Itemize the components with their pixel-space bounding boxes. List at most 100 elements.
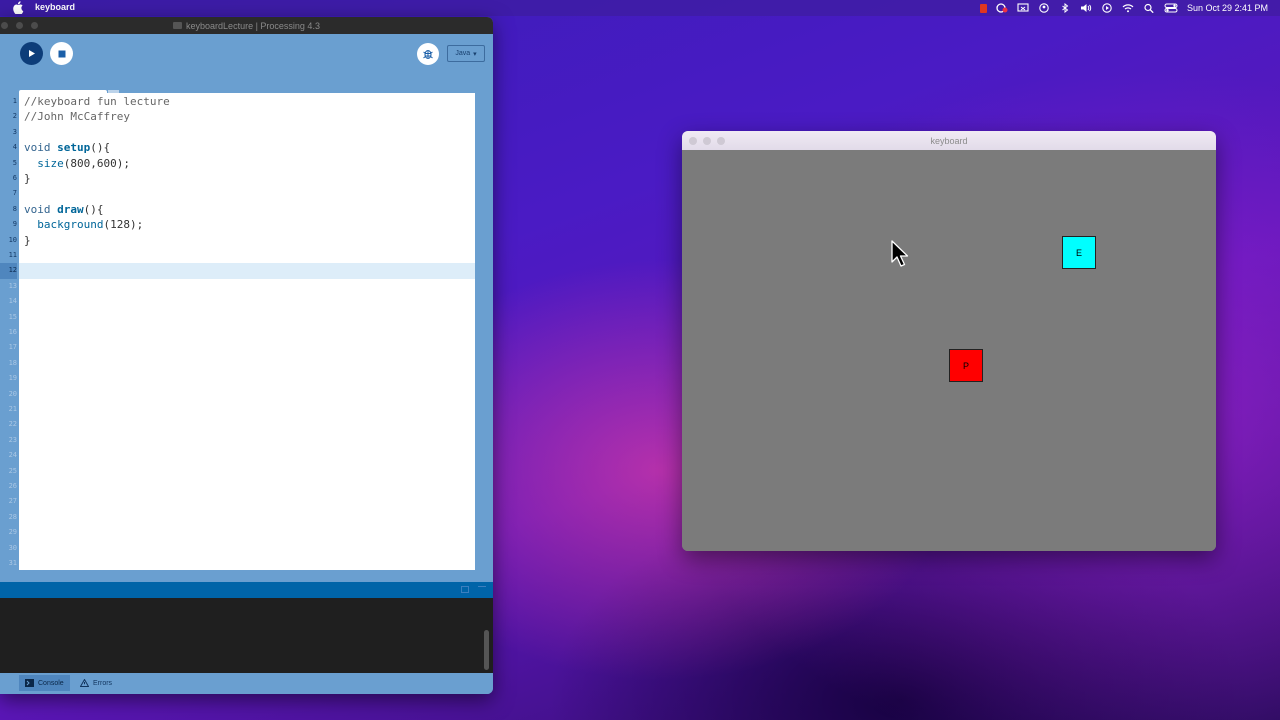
line-number: 9 [12, 220, 17, 229]
line-number: 3 [12, 127, 17, 136]
key-box-p: P [949, 349, 983, 382]
line-number: 19 [8, 374, 17, 383]
sketch-window-controls [689, 137, 725, 145]
line-number: 31 [8, 559, 17, 567]
zoom-window-button[interactable] [31, 22, 38, 29]
line-number: 16 [8, 328, 17, 336]
processing-window: keyboardLecture | Processing 4.3 Java ▾ … [0, 17, 493, 694]
code-line[interactable] [19, 263, 475, 279]
stop-button[interactable] [50, 42, 73, 65]
bug-icon [423, 49, 433, 60]
zoom-window-button[interactable] [717, 137, 725, 145]
code-line-text: } [24, 233, 31, 247]
line-number: 23 [8, 435, 17, 444]
line-number: 12 [0, 263, 17, 279]
key-box-label: E [1075, 247, 1082, 258]
bottom-tabs: Console Errors [0, 673, 493, 694]
line-number-gutter: 1 2 3 4 5 6 7 8 9 10 11 12 13 14 15 16 17 18 19 20 21 22 23 24 2… [0, 93, 19, 570]
code-line[interactable]: void draw(){ [19, 202, 475, 217]
code-line-text: background(128); [37, 218, 144, 232]
clear-console-icon[interactable] [461, 586, 469, 593]
run-button[interactable] [20, 42, 43, 65]
line-number: 6 [12, 174, 17, 182]
line-number: 22 [8, 420, 17, 429]
mode-selector[interactable]: Java ▾ [447, 45, 485, 62]
code-line[interactable] [19, 125, 475, 140]
code-line-text: void draw(){ [24, 202, 104, 216]
window-controls [1, 22, 38, 29]
screen-mirror-icon[interactable] [1017, 3, 1029, 13]
menu-bar: keyboard Sun Oct 29 2:41 PM [0, 0, 1280, 16]
line-number: 1 [12, 97, 17, 105]
play-icon [29, 50, 35, 57]
console-tab-label: Console [38, 679, 64, 687]
code-line[interactable]: background(128); [19, 217, 475, 232]
line-number: 21 [8, 405, 17, 413]
tab-console[interactable]: Console [19, 675, 70, 691]
volume-icon[interactable] [1080, 3, 1092, 13]
minimize-window-button[interactable] [16, 22, 23, 29]
line-number: 20 [8, 389, 17, 398]
close-window-button[interactable] [689, 137, 697, 145]
code-line[interactable]: void setup(){ [19, 140, 475, 155]
processing-title-bar[interactable]: keyboardLecture | Processing 4.3 [0, 17, 493, 34]
code-area[interactable]: //keyboard fun lecture //John McCaffrey vo… [19, 93, 475, 570]
apple-menu-icon[interactable] [12, 1, 24, 14]
minimize-window-button[interactable] [703, 137, 711, 145]
play-circle-icon[interactable] [1101, 3, 1113, 13]
sketch-title-bar[interactable]: keyboard [682, 131, 1216, 150]
console-divider[interactable] [0, 582, 493, 598]
record-icon[interactable] [979, 3, 987, 13]
line-number: 25 [8, 466, 17, 475]
line-number: 24 [8, 451, 17, 460]
line-number: 5 [12, 158, 17, 167]
folder-icon [173, 22, 183, 29]
close-window-button[interactable] [1, 22, 8, 29]
code-line-text: } [24, 172, 31, 185]
code-line[interactable]: size(800,600); [19, 156, 475, 171]
code-line-text: size(800,600); [37, 156, 130, 170]
console-area[interactable] [0, 598, 493, 673]
active-app-name[interactable]: keyboard [35, 2, 75, 12]
code-line[interactable]: } [19, 233, 475, 248]
sketch-window-title: keyboard [930, 135, 968, 146]
tab-errors[interactable]: Errors [74, 675, 118, 691]
line-number: 14 [8, 297, 17, 306]
stop-icon [58, 50, 65, 57]
creative-cloud-icon[interactable] [996, 3, 1008, 13]
chevron-down-icon: ▾ [473, 50, 477, 58]
code-line[interactable]: //John McCaffrey [19, 109, 475, 124]
collapse-console-icon[interactable] [478, 586, 486, 593]
code-line[interactable]: //keyboard fun lecture [19, 94, 475, 109]
line-number: 27 [8, 497, 17, 506]
mouse-cursor-icon [891, 240, 909, 267]
menu-clock[interactable]: Sun Oct 29 2:41 PM [1187, 3, 1268, 13]
control-center-icon[interactable] [1164, 3, 1178, 13]
code-line[interactable] [19, 248, 475, 263]
mode-label: Java [455, 50, 471, 57]
line-number: 15 [8, 312, 17, 321]
spotlight-search-icon[interactable] [1143, 3, 1155, 13]
user-icon[interactable] [1038, 3, 1050, 13]
debug-button[interactable] [417, 43, 439, 65]
code-editor: 1 2 3 4 5 6 7 8 9 10 11 12 13 14 15 16 17 18 19 20 21 22 23 24 2… [0, 93, 493, 570]
toolbar: Java ▾ [0, 34, 493, 82]
status-icons: Sun Oct 29 2:41 PM [979, 0, 1268, 16]
code-line[interactable] [19, 186, 475, 201]
line-number: 30 [8, 543, 17, 552]
line-number: 8 [12, 204, 17, 213]
warning-icon [80, 679, 89, 687]
code-line[interactable]: } [19, 171, 475, 186]
editor-scrollbar[interactable] [475, 93, 485, 570]
errors-tab-label: Errors [93, 679, 113, 687]
sketch-canvas[interactable]: E P [682, 150, 1216, 551]
line-number: 17 [8, 343, 17, 352]
bluetooth-icon[interactable] [1059, 3, 1071, 13]
key-box-e: E [1062, 236, 1096, 269]
code-line-text: //keyboard fun lecture [24, 95, 170, 108]
key-box-label: P [962, 360, 969, 371]
wifi-icon[interactable] [1122, 3, 1134, 13]
code-line-text: //John McCaffrey [24, 110, 130, 124]
code-line-text: void setup(){ [24, 141, 111, 155]
console-scrollbar[interactable] [484, 630, 489, 670]
